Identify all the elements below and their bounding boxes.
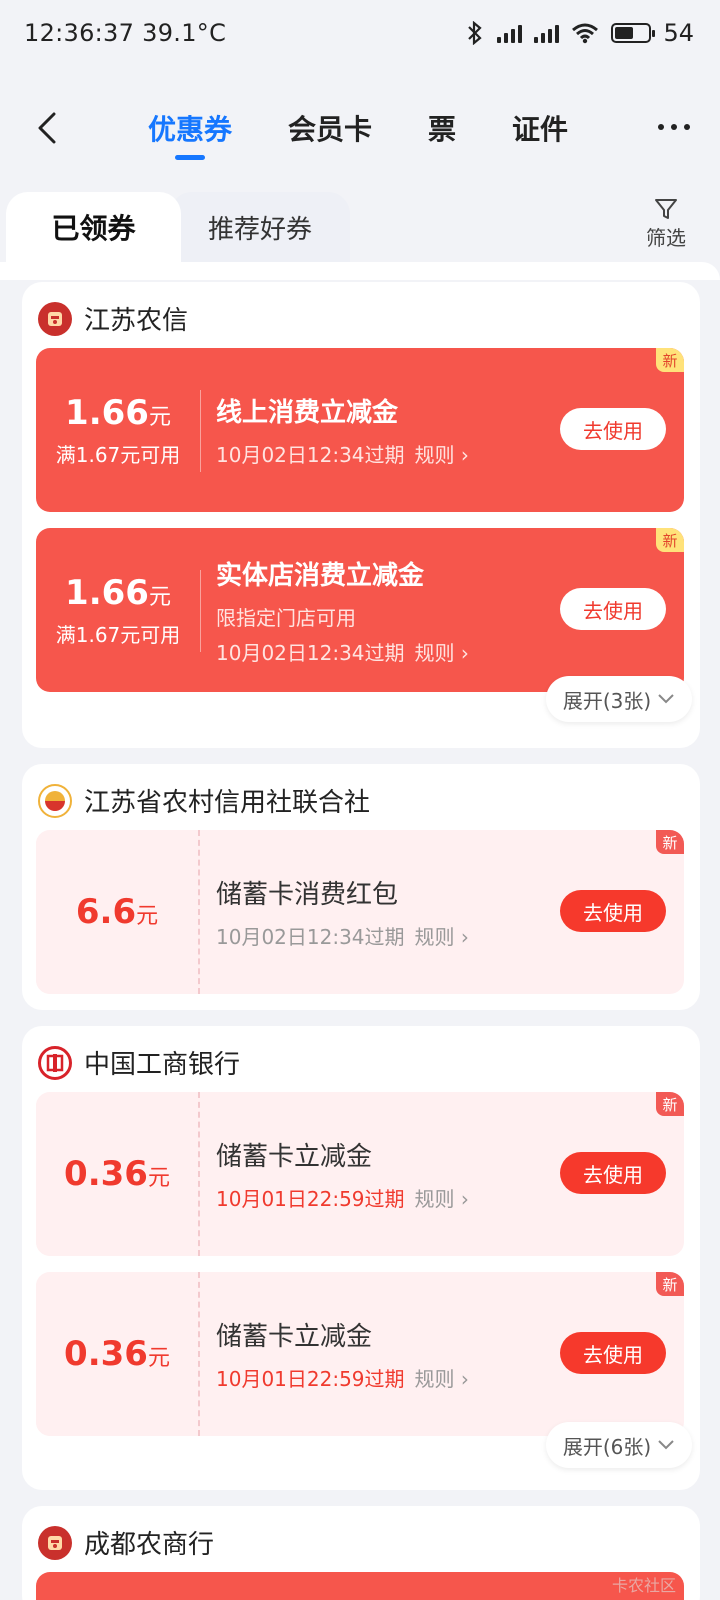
coupon-info: 储蓄卡立减金 10月01日22:59过期 规则 › bbox=[216, 1092, 469, 1256]
coupon-note: 限指定门店可用 bbox=[216, 605, 356, 630]
coupon-info: 线上消费立减金 10月02日12:34过期 规则 › bbox=[216, 348, 469, 512]
tab-recommended[interactable]: 推荐好券 bbox=[170, 192, 350, 262]
coupon-info: 储蓄卡消费红包 10月02日12:34过期 规则 › bbox=[216, 830, 469, 994]
new-badge: 新 bbox=[656, 1272, 684, 1296]
coupon-condition: 满1.67元可用 bbox=[55, 622, 181, 647]
use-button[interactable]: 去使用 bbox=[560, 408, 666, 450]
status-icons: 54 bbox=[465, 19, 694, 47]
coupon-expiry: 10月01日22:59过期 规则 › bbox=[216, 1187, 469, 1211]
coupon-group: 江苏省农村信用社联合社 6.6元 储蓄卡消费红包 10月02日12:34过期 规则… bbox=[22, 764, 700, 1010]
use-button[interactable]: 去使用 bbox=[560, 588, 666, 630]
coupon-amount: 6.6元 bbox=[75, 892, 159, 932]
bank-logo-icon bbox=[38, 1525, 72, 1560]
coupon-group: 中国工商银行 0.36元 储蓄卡立减金 10月01日22:59过期 规则 › 去使… bbox=[22, 1026, 700, 1490]
watermark: 卡农社区 bbox=[611, 1576, 676, 1595]
tab-received[interactable]: 已领券 bbox=[6, 192, 181, 262]
chevron-down-icon bbox=[658, 1440, 674, 1450]
bank-logo-icon bbox=[38, 783, 72, 818]
rule-link[interactable]: 规则 › bbox=[415, 443, 469, 467]
tab-coupons[interactable]: 优惠券 bbox=[148, 108, 232, 148]
use-button[interactable]: 去使用 bbox=[560, 890, 666, 932]
coupon-amount: 1.66元 bbox=[65, 392, 171, 433]
bank-name: 江苏农信 bbox=[84, 306, 189, 336]
coupon-card[interactable]: 1.66元 满1.67元可用 线上消费立减金 10月02日12:34过期 规则 ›… bbox=[36, 348, 684, 512]
coupon-amount: 0.36元 bbox=[64, 1334, 170, 1374]
new-badge: 新 bbox=[656, 348, 684, 372]
filter-label: 筛选 bbox=[646, 226, 686, 250]
coupon-amount: 1.66元 bbox=[65, 572, 171, 613]
battery-level: 54 bbox=[663, 19, 694, 47]
wifi-icon bbox=[572, 23, 599, 44]
coupon-segment: 推荐好券 已领券 筛选 bbox=[0, 192, 720, 262]
bank-name: 中国工商银行 bbox=[84, 1050, 241, 1080]
new-badge: 新 bbox=[656, 830, 684, 854]
group-header: 江苏省农村信用社联合社 bbox=[38, 782, 370, 819]
filter-button[interactable]: 筛选 bbox=[636, 196, 696, 251]
new-badge: 新 bbox=[656, 1092, 684, 1116]
divider bbox=[200, 390, 201, 472]
category-tabs: 优惠券 会员卡 票 证件 bbox=[148, 108, 624, 148]
back-arrow-icon[interactable] bbox=[30, 110, 66, 146]
rule-link[interactable]: 规则 › bbox=[415, 925, 469, 949]
divider bbox=[200, 570, 201, 652]
top-nav: 优惠券 会员卡 票 证件 bbox=[0, 88, 720, 168]
bluetooth-icon bbox=[468, 21, 483, 45]
coupon-value: 1.66元 满1.67元可用 bbox=[36, 348, 200, 512]
coupon-card[interactable]: 0.36元 储蓄卡立减金 10月01日22:59过期 规则 › 去使用 新 bbox=[36, 1092, 684, 1256]
tab-member-cards[interactable]: 会员卡 bbox=[288, 108, 372, 148]
coupon-card-partial[interactable] bbox=[36, 1572, 684, 1600]
filter-icon bbox=[655, 199, 677, 219]
bank-name: 江苏省农村信用社联合社 bbox=[84, 788, 371, 818]
battery-icon bbox=[611, 23, 656, 43]
group-header: 中国工商银行 bbox=[38, 1044, 240, 1081]
rule-link[interactable]: 规则 › bbox=[415, 641, 469, 665]
temperature-text: 39.1°C bbox=[142, 19, 227, 47]
coupon-info: 实体店消费立减金 限指定门店可用 10月02日12:34过期 规则 › bbox=[216, 528, 469, 692]
coupon-expiry: 10月02日12:34过期 规则 › bbox=[216, 925, 469, 949]
expand-button[interactable]: 展开(6张) bbox=[546, 1422, 692, 1468]
coupon-value: 1.66元 满1.67元可用 bbox=[36, 528, 200, 692]
coupon-title: 线上消费立减金 bbox=[216, 398, 399, 428]
coupon-title: 储蓄卡消费红包 bbox=[216, 880, 399, 910]
coupon-value: 0.36元 bbox=[36, 1272, 200, 1436]
coupon-card[interactable]: 1.66元 满1.67元可用 实体店消费立减金 限指定门店可用 10月02日12… bbox=[36, 528, 684, 692]
coupon-expiry: 10月02日12:34过期 规则 › bbox=[216, 443, 469, 467]
tab-certificates[interactable]: 证件 bbox=[512, 108, 568, 148]
coupon-expiry: 10月02日12:34过期 规则 › bbox=[216, 640, 469, 665]
coupon-value: 6.6元 bbox=[36, 830, 200, 994]
coupon-amount: 0.36元 bbox=[64, 1154, 170, 1194]
segment-underlay bbox=[0, 262, 720, 280]
rule-link[interactable]: 规则 › bbox=[415, 1367, 469, 1391]
use-button[interactable]: 去使用 bbox=[560, 1332, 666, 1374]
coupon-card[interactable]: 6.6元 储蓄卡消费红包 10月02日12:34过期 规则 › 去使用 新 bbox=[36, 830, 684, 994]
chevron-down-icon bbox=[658, 694, 674, 704]
status-time: 12:36:37 39.1°C bbox=[24, 19, 226, 47]
use-button[interactable]: 去使用 bbox=[560, 1152, 666, 1194]
status-bar: 12:36:37 39.1°C 54 bbox=[0, 0, 720, 66]
bank-logo-icon bbox=[38, 1045, 72, 1080]
group-header: 江苏农信 bbox=[38, 300, 188, 337]
signal-icon-2 bbox=[534, 23, 560, 43]
new-badge: 新 bbox=[656, 528, 684, 552]
coupon-card[interactable]: 0.36元 储蓄卡立减金 10月01日22:59过期 规则 › 去使用 新 bbox=[36, 1272, 684, 1436]
bank-logo-icon bbox=[38, 301, 72, 336]
bank-name: 成都农商行 bbox=[84, 1530, 215, 1560]
coupon-group: 江苏农信 1.66元 满1.67元可用 线上消费立减金 10月02日12:34过… bbox=[22, 282, 700, 748]
coupon-group: 成都农商行 bbox=[22, 1506, 700, 1600]
signal-icon bbox=[497, 23, 523, 43]
coupon-info: 储蓄卡立减金 10月01日22:59过期 规则 › bbox=[216, 1272, 469, 1436]
coupon-condition: 满1.67元可用 bbox=[55, 442, 181, 467]
tab-tickets[interactable]: 票 bbox=[428, 108, 456, 148]
more-icon[interactable] bbox=[658, 124, 690, 130]
coupon-value: 0.36元 bbox=[36, 1092, 200, 1256]
coupon-expiry: 10月01日22:59过期 规则 › bbox=[216, 1367, 469, 1391]
coupon-title: 储蓄卡立减金 bbox=[216, 1142, 373, 1172]
clock-text: 12:36:37 bbox=[24, 19, 135, 47]
group-header: 成都农商行 bbox=[38, 1524, 214, 1561]
coupon-title: 储蓄卡立减金 bbox=[216, 1322, 373, 1352]
expand-button[interactable]: 展开(3张) bbox=[546, 676, 692, 722]
coupon-title: 实体店消费立减金 bbox=[216, 560, 425, 591]
rule-link[interactable]: 规则 › bbox=[415, 1187, 469, 1211]
